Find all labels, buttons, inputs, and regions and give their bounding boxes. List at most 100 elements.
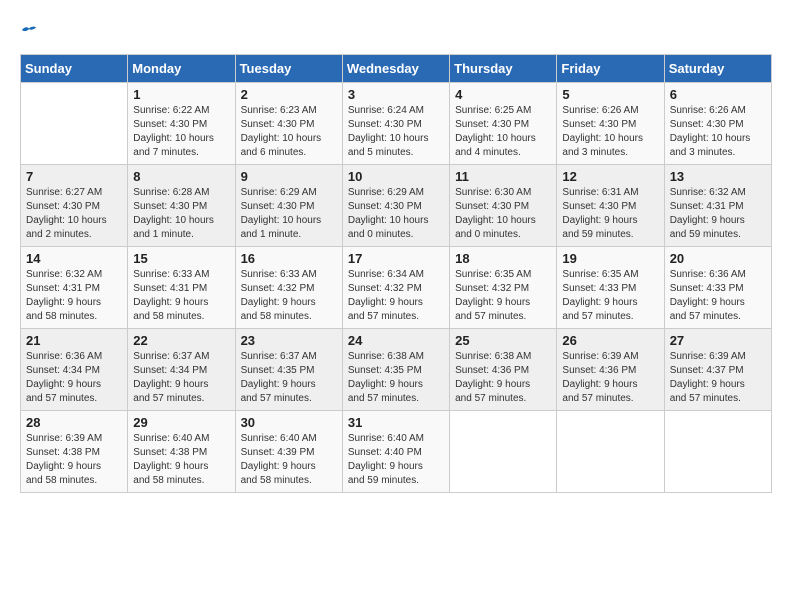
day-info: Sunrise: 6:29 AMSunset: 4:30 PMDaylight:… [241,186,337,242]
calendar-header-thursday: Thursday [450,55,557,83]
calendar-cell: 25 Sunrise: 6:38 AMSunset: 4:36 PMDayligh… [450,329,557,411]
day-info: Sunrise: 6:40 AMSunset: 4:39 PMDaylight:… [241,432,337,488]
day-number: 27 [670,333,766,348]
day-info: Sunrise: 6:28 AMSunset: 4:30 PMDaylight:… [133,186,229,242]
calendar-cell: 28 Sunrise: 6:39 AMSunset: 4:38 PMDayligh… [21,411,128,493]
calendar-header-saturday: Saturday [664,55,771,83]
page-header [20,20,772,44]
day-info: Sunrise: 6:30 AMSunset: 4:30 PMDaylight:… [455,186,551,242]
calendar-header-monday: Monday [128,55,235,83]
day-info: Sunrise: 6:39 AMSunset: 4:38 PMDaylight:… [26,432,122,488]
calendar-cell [450,411,557,493]
day-number: 23 [241,333,337,348]
calendar-cell: 27Sunrise: 6:39 AMSunset: 4:37 PMDayligh… [664,329,771,411]
day-info: Sunrise: 6:35 AMSunset: 4:33 PMDaylight:… [562,268,658,324]
calendar-cell: 16 Sunrise: 6:33 AMSunset: 4:32 PMDayligh… [235,247,342,329]
day-number: 6 [670,87,766,102]
day-info: Sunrise: 6:33 AMSunset: 4:31 PMDaylight:… [133,268,229,324]
calendar-cell: 3Sunrise: 6:24 AMSunset: 4:30 PMDaylight… [342,83,449,165]
calendar-cell: 5Sunrise: 6:26 AMSunset: 4:30 PMDaylight… [557,83,664,165]
calendar-cell: 21 Sunrise: 6:36 AMSunset: 4:34 PMDayligh… [21,329,128,411]
calendar-cell: 10Sunrise: 6:29 AMSunset: 4:30 PMDayligh… [342,165,449,247]
day-number: 12 [562,169,658,184]
logo-general-text [20,20,38,44]
calendar-cell: 11 Sunrise: 6:30 AMSunset: 4:30 PMDayligh… [450,165,557,247]
calendar-week-2: 7 Sunrise: 6:27 AMSunset: 4:30 PMDaylight… [21,165,772,247]
day-number: 7 [26,169,122,184]
calendar-week-1: 1 Sunrise: 6:22 AMSunset: 4:30 PMDaylight… [21,83,772,165]
day-number: 5 [562,87,658,102]
day-number: 19 [562,251,658,266]
day-number: 13 [670,169,766,184]
day-number: 21 [26,333,122,348]
day-info: Sunrise: 6:32 AMSunset: 4:31 PMDaylight:… [670,186,766,242]
calendar-cell: 6 Sunrise: 6:26 AMSunset: 4:30 PMDaylight… [664,83,771,165]
calendar-cell: 24 Sunrise: 6:38 AMSunset: 4:35 PMDayligh… [342,329,449,411]
day-number: 20 [670,251,766,266]
calendar-cell: 15 Sunrise: 6:33 AMSunset: 4:31 PMDayligh… [128,247,235,329]
day-info: Sunrise: 6:24 AMSunset: 4:30 PMDaylight:… [348,104,444,160]
day-number: 11 [455,169,551,184]
day-number: 9 [241,169,337,184]
day-info: Sunrise: 6:33 AMSunset: 4:32 PMDaylight:… [241,268,337,324]
day-number: 8 [133,169,229,184]
day-number: 14 [26,251,122,266]
day-number: 24 [348,333,444,348]
day-info: Sunrise: 6:36 AMSunset: 4:34 PMDaylight:… [26,350,122,406]
day-number: 29 [133,415,229,430]
day-info: Sunrise: 6:25 AMSunset: 4:30 PMDaylight:… [455,104,551,160]
day-info: Sunrise: 6:38 AMSunset: 4:36 PMDaylight:… [455,350,551,406]
calendar-cell: 17 Sunrise: 6:34 AMSunset: 4:32 PMDayligh… [342,247,449,329]
calendar-header-sunday: Sunday [21,55,128,83]
day-number: 2 [241,87,337,102]
calendar-cell: 22Sunrise: 6:37 AMSunset: 4:34 PMDayligh… [128,329,235,411]
logo [20,20,38,44]
calendar-cell [557,411,664,493]
calendar-cell: 26 Sunrise: 6:39 AMSunset: 4:36 PMDayligh… [557,329,664,411]
calendar-header-tuesday: Tuesday [235,55,342,83]
calendar-cell: 20 Sunrise: 6:36 AMSunset: 4:33 PMDayligh… [664,247,771,329]
day-info: Sunrise: 6:32 AMSunset: 4:31 PMDaylight:… [26,268,122,324]
day-info: Sunrise: 6:26 AMSunset: 4:30 PMDaylight:… [670,104,766,160]
day-number: 25 [455,333,551,348]
calendar-header-wednesday: Wednesday [342,55,449,83]
day-number: 4 [455,87,551,102]
calendar-cell: 14 Sunrise: 6:32 AMSunset: 4:31 PMDayligh… [21,247,128,329]
day-info: Sunrise: 6:36 AMSunset: 4:33 PMDaylight:… [670,268,766,324]
calendar-cell: 13 Sunrise: 6:32 AMSunset: 4:31 PMDayligh… [664,165,771,247]
day-info: Sunrise: 6:31 AMSunset: 4:30 PMDaylight:… [562,186,658,242]
logo-bird-icon [20,23,38,37]
calendar-week-4: 21 Sunrise: 6:36 AMSunset: 4:34 PMDayligh… [21,329,772,411]
calendar-cell: 18Sunrise: 6:35 AMSunset: 4:32 PMDayligh… [450,247,557,329]
calendar-cell: 19 Sunrise: 6:35 AMSunset: 4:33 PMDayligh… [557,247,664,329]
day-number: 10 [348,169,444,184]
day-info: Sunrise: 6:22 AMSunset: 4:30 PMDaylight:… [133,104,229,160]
calendar-cell: 4 Sunrise: 6:25 AMSunset: 4:30 PMDaylight… [450,83,557,165]
day-info: Sunrise: 6:37 AMSunset: 4:34 PMDaylight:… [133,350,229,406]
day-number: 26 [562,333,658,348]
day-info: Sunrise: 6:34 AMSunset: 4:32 PMDaylight:… [348,268,444,324]
calendar-cell: 23Sunrise: 6:37 AMSunset: 4:35 PMDayligh… [235,329,342,411]
calendar-cell: 9 Sunrise: 6:29 AMSunset: 4:30 PMDaylight… [235,165,342,247]
day-number: 15 [133,251,229,266]
day-number: 28 [26,415,122,430]
calendar-header-row: SundayMondayTuesdayWednesdayThursdayFrid… [21,55,772,83]
calendar-cell [21,83,128,165]
day-info: Sunrise: 6:35 AMSunset: 4:32 PMDaylight:… [455,268,551,324]
day-info: Sunrise: 6:40 AMSunset: 4:40 PMDaylight:… [348,432,444,488]
day-info: Sunrise: 6:27 AMSunset: 4:30 PMDaylight:… [26,186,122,242]
calendar-table: SundayMondayTuesdayWednesdayThursdayFrid… [20,54,772,493]
day-info: Sunrise: 6:38 AMSunset: 4:35 PMDaylight:… [348,350,444,406]
calendar-week-3: 14 Sunrise: 6:32 AMSunset: 4:31 PMDayligh… [21,247,772,329]
day-info: Sunrise: 6:40 AMSunset: 4:38 PMDaylight:… [133,432,229,488]
day-number: 1 [133,87,229,102]
day-number: 31 [348,415,444,430]
calendar-header-friday: Friday [557,55,664,83]
day-info: Sunrise: 6:23 AMSunset: 4:30 PMDaylight:… [241,104,337,160]
day-number: 17 [348,251,444,266]
day-info: Sunrise: 6:39 AMSunset: 4:36 PMDaylight:… [562,350,658,406]
calendar-cell: 29 Sunrise: 6:40 AMSunset: 4:38 PMDayligh… [128,411,235,493]
day-number: 16 [241,251,337,266]
calendar-week-5: 28 Sunrise: 6:39 AMSunset: 4:38 PMDayligh… [21,411,772,493]
calendar-cell: 31 Sunrise: 6:40 AMSunset: 4:40 PMDayligh… [342,411,449,493]
